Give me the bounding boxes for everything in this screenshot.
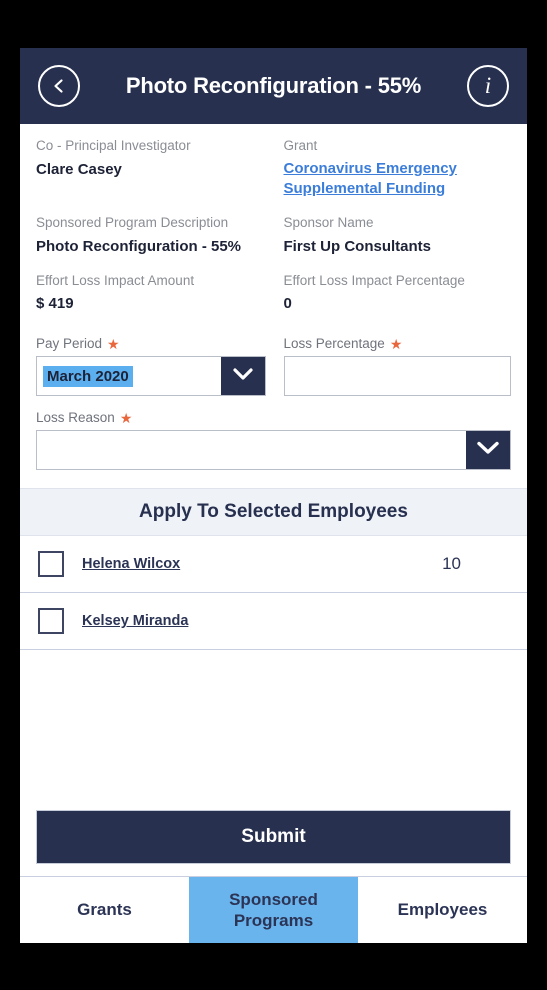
employee-checkbox[interactable] [38,608,64,635]
loss-percentage-label: Loss Percentage ★ [284,336,512,351]
tab-sponsored-programs[interactable]: Sponsored Programs [189,877,358,943]
loss-percentage-group: Loss Percentage ★ [274,336,512,397]
detail-cell-effort-loss-amount: Effort Loss Impact Amount $ 419 [36,271,274,315]
detail-value: First Up Consultants [283,237,432,255]
detail-cell-grant: Grant Coronavirus Emergency Supplemental… [274,136,512,199]
loss-reason-label: Loss Reason ★ [36,410,511,425]
detail-cell-program-description: Sponsored Program Description Photo Reco… [36,213,274,257]
chevron-down-icon [231,366,255,387]
pay-period-group: Pay Period ★ March 2020 [36,336,274,397]
chevron-left-icon [51,78,67,94]
grant-link[interactable]: Coronavirus Emergency Supplemental Fundi… [284,159,504,200]
required-star-icon: ★ [107,335,120,352]
employee-name-link[interactable]: Helena Wilcox [82,556,180,572]
detail-label: Effort Loss Impact Percentage [283,272,465,288]
pay-period-value-wrap: March 2020 [37,357,221,395]
detail-cell-co-pi: Co - Principal Investigator Clare Casey [36,136,274,199]
table-row[interactable]: Kelsey Miranda [20,593,527,651]
detail-row: Co - Principal Investigator Clare Casey … [36,136,511,199]
detail-label: Sponsored Program Description [36,215,229,231]
back-button[interactable] [38,65,80,107]
required-star-icon: ★ [389,335,403,352]
required-star-icon: ★ [119,409,133,426]
detail-label: Effort Loss Impact Amount [36,272,195,288]
detail-row: Effort Loss Impact Amount $ 419 Effort L… [36,271,511,315]
page-title: Photo Reconfiguration - 55% [125,73,422,98]
program-details: Co - Principal Investigator Clare Casey … [20,124,527,332]
loss-reason-group: Loss Reason ★ [36,410,511,471]
detail-label: Grant [283,138,318,153]
loss-reason-label-text: Loss Reason [36,410,115,426]
content-scroll: Co - Principal Investigator Clare Casey … [20,124,527,876]
employees-list-empty-space [20,650,527,800]
loss-percentage-input[interactable] [283,356,511,397]
detail-cell-effort-loss-percentage: Effort Loss Impact Percentage 0 [274,271,512,315]
loss-reason-select[interactable] [36,430,511,471]
pay-period-label-text: Pay Period [36,336,103,352]
info-icon: i [484,72,492,98]
detail-label: Sponsor Name [283,215,374,231]
submit-area: Submit [20,800,527,876]
tab-grants[interactable]: Grants [20,877,189,943]
form-row: Pay Period ★ March 2020 Loss Percentage … [36,336,512,397]
table-row[interactable]: Helena Wilcox 10 [20,536,527,594]
detail-value: $ 419 [36,295,74,313]
app-header: Photo Reconfiguration - 55% i [20,48,527,124]
employee-checkbox[interactable] [38,551,64,578]
employees-section-title: Apply To Selected Employees [20,488,527,537]
pay-period-label: Pay Period ★ [36,336,266,351]
employees-list: Helena Wilcox 10 Kelsey Miranda [20,536,527,800]
detail-row: Sponsored Program Description Photo Reco… [36,213,511,257]
employee-name-link[interactable]: Kelsey Miranda [82,613,188,629]
bottom-tab-bar: Grants Sponsored Programs Employees [20,876,527,943]
info-button[interactable]: i [467,65,509,107]
detail-value: Clare Casey [36,160,122,178]
detail-cell-sponsor-name: Sponsor Name First Up Consultants [274,213,512,257]
detail-label: Co - Principal Investigator [36,138,191,153]
submit-button[interactable]: Submit [36,810,511,864]
loss-percentage-label-text: Loss Percentage [283,336,385,352]
loss-reason-value-wrap [37,431,466,469]
detail-value: 0 [283,295,292,313]
pay-period-dropdown-button[interactable] [220,357,265,396]
chevron-down-icon [475,439,501,461]
loss-reason-dropdown-button[interactable] [466,431,510,470]
pay-period-value: March 2020 [43,365,133,387]
form-fields: Pay Period ★ March 2020 Loss Percentage … [20,332,527,471]
detail-value: Photo Reconfiguration - 55% [36,237,242,255]
pay-period-select[interactable]: March 2020 [36,356,266,397]
employee-value: 10 [442,554,461,574]
app-window: Photo Reconfiguration - 55% i Co - Princ… [20,48,527,943]
tab-employees[interactable]: Employees [358,877,527,943]
